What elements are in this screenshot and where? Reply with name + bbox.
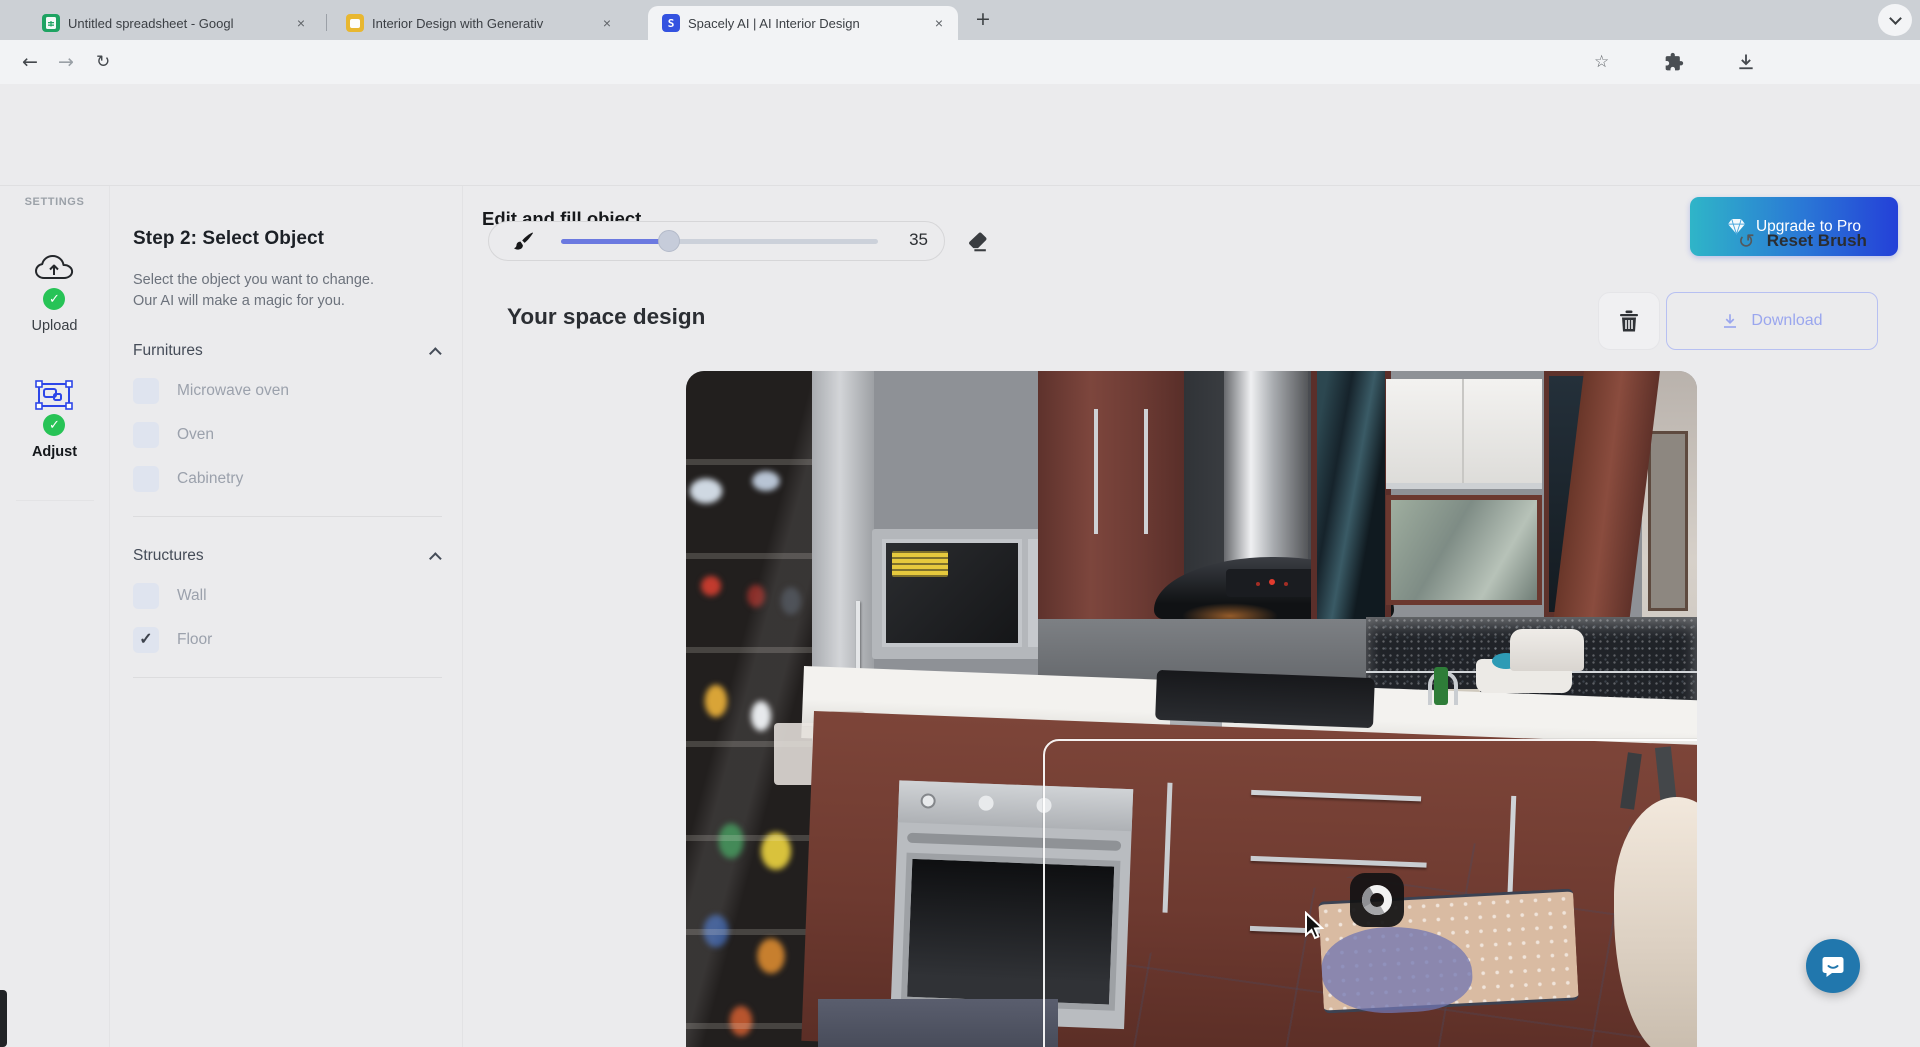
floor-shadow-under-cabinets (818, 999, 1058, 1047)
forward-icon[interactable]: → (58, 51, 74, 73)
rail-step-adjust[interactable]: ✓ Adjust (32, 380, 77, 460)
checkbox-label: Cabinetry (177, 470, 243, 488)
step-description: Select the object you want to change. Ou… (133, 270, 411, 312)
brush-icon (511, 230, 535, 254)
group-structures-label: Structures (133, 547, 204, 565)
chevron-up-icon (429, 347, 442, 360)
browser-toolbar: ← → ↻ spacely.ai/app/tool/edit-and-fill … (0, 40, 1920, 84)
group-furnitures-header[interactable]: Furnitures (133, 342, 442, 360)
tab-spacely-active[interactable]: S Spacely AI | AI Interior Design × (648, 6, 958, 40)
checkbox-label: Oven (177, 426, 214, 444)
scrollbar-fragment[interactable] (0, 990, 7, 1047)
checkbox-row-microwave-oven[interactable]: Microwave oven (133, 378, 442, 404)
adjust-selection-icon (35, 380, 73, 410)
chat-widget-button[interactable] (1806, 939, 1860, 993)
downloads-icon[interactable] (1736, 52, 1756, 72)
slider-fill (561, 239, 669, 244)
step-title: Step 2: Select Object (133, 228, 442, 250)
brush-size-slider[interactable] (561, 239, 878, 244)
checkbox-row-cabinetry[interactable]: Cabinetry (133, 466, 442, 492)
checkbox-wall[interactable] (133, 583, 159, 609)
brush-size-control: 35 (488, 221, 945, 261)
kitchen-stove (1155, 670, 1375, 728)
loading-spinner-badge (1350, 873, 1404, 927)
close-icon[interactable]: × (292, 14, 310, 32)
space-design-title: Your space design (507, 304, 705, 330)
chat-bubble-icon (1820, 953, 1846, 979)
settings-label: SETTINGS (25, 196, 85, 208)
group-furnitures-label: Furnitures (133, 342, 203, 360)
checkbox-floor-checked[interactable] (133, 627, 159, 653)
tab-spreadsheet[interactable]: Untitled spreadsheet - Googl × (28, 6, 320, 40)
new-tab-button[interactable]: + (975, 8, 991, 30)
checkbox-label: Wall (177, 587, 207, 605)
close-icon[interactable]: × (598, 14, 616, 32)
step-description-line1: Select the object you want to change. (133, 270, 411, 291)
tab-title: Interior Design with Generativ (372, 16, 590, 31)
spacely-icon: S (662, 14, 680, 32)
reset-brush-label: Reset Brush (1767, 231, 1867, 251)
checkbox-label: Floor (177, 631, 212, 649)
reset-icon: ↺ (1738, 229, 1755, 253)
design-image-canvas[interactable] (686, 371, 1697, 1047)
tab-search-chevron-button[interactable] (1878, 4, 1912, 36)
step-description-line2: Our AI will make a magic for you. (133, 291, 411, 312)
download-button[interactable]: Download (1666, 292, 1878, 350)
chevron-up-icon (429, 552, 442, 565)
upload-complete-check-icon: ✓ (43, 288, 65, 310)
select-object-panel: Step 2: Select Object Select the object … (111, 186, 463, 1047)
tab-title: Spacely AI | AI Interior Design (688, 16, 922, 31)
back-icon[interactable]: ← (22, 51, 38, 73)
counter-item-bottle (1434, 667, 1448, 705)
checkbox-row-wall[interactable]: Wall (133, 583, 442, 609)
reset-brush-button[interactable]: ↺ Reset Brush (1738, 221, 1867, 261)
checkbox-label: Microwave oven (177, 382, 289, 400)
brush-size-value: 35 (909, 230, 928, 250)
panel-divider (133, 516, 442, 517)
bookmark-star-icon[interactable]: ☆ (1594, 52, 1609, 72)
cloud-upload-icon (34, 252, 74, 284)
spinner-segment (1359, 882, 1396, 919)
google-sheets-icon (42, 14, 60, 32)
download-label: Download (1751, 312, 1822, 330)
yellow-doc-icon (346, 14, 364, 32)
checkbox-row-floor[interactable]: Floor (133, 627, 442, 653)
browser-tab-strip: Untitled spreadsheet - Googl × Interior … (0, 0, 1920, 40)
panel-divider (133, 677, 442, 678)
delete-design-button[interactable] (1598, 292, 1660, 350)
mouse-cursor (1302, 911, 1326, 943)
slider-thumb[interactable] (658, 230, 680, 252)
group-structures-header[interactable]: Structures (133, 547, 442, 565)
checkbox-cabinetry[interactable] (133, 466, 159, 492)
tab-title: Untitled spreadsheet - Googl (68, 16, 284, 31)
rail-step-upload[interactable]: ✓ Upload (32, 252, 78, 334)
app-header: ‹ Back Home ↺ ↻ Edit and fill object Upg… (0, 84, 1920, 186)
rail-divider (16, 500, 94, 501)
checkbox-microwave-oven[interactable] (133, 378, 159, 404)
download-icon (1721, 312, 1739, 330)
checkbox-oven[interactable] (133, 422, 159, 448)
checkbox-row-oven[interactable]: Oven (133, 422, 442, 448)
settings-rail: SETTINGS ✓ Upload ✓ Adjust (0, 186, 110, 1047)
trash-icon (1618, 309, 1640, 333)
chevron-down-icon (1889, 12, 1902, 25)
tab-interior-design[interactable]: Interior Design with Generativ × (332, 6, 626, 40)
close-icon[interactable]: × (930, 14, 948, 32)
tab-separator (326, 14, 327, 31)
adjust-complete-check-icon: ✓ (43, 414, 65, 436)
extensions-icon[interactable] (1664, 52, 1684, 72)
adjust-step-label: Adjust (32, 444, 77, 460)
reload-icon[interactable]: ↻ (96, 52, 110, 72)
eraser-icon[interactable] (965, 229, 990, 254)
counter-item-container (1510, 629, 1584, 671)
upload-step-label: Upload (32, 318, 78, 334)
